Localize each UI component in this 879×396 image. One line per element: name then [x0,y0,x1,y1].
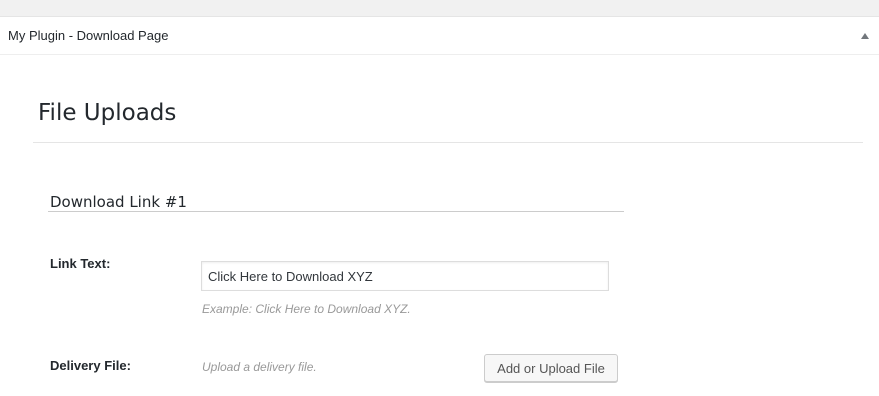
add-or-upload-file-button[interactable]: Add or Upload File [484,354,618,382]
section-divider [33,142,863,143]
section-title: File Uploads [38,100,177,126]
link-text-label: Link Text: [50,256,111,271]
link-text-input[interactable] [201,261,609,291]
subsection-title: Download Link #1 [50,193,187,211]
delivery-file-description: Upload a delivery file. [202,360,317,374]
top-strip [0,0,879,17]
delivery-file-label: Delivery File: [50,358,131,373]
postbox-title: My Plugin - Download Page [8,28,169,43]
postbox-header[interactable]: My Plugin - Download Page [0,17,879,55]
subsection-divider [48,211,624,212]
triangle-up-icon[interactable] [859,30,871,42]
link-text-description: Example: Click Here to Download XYZ. [202,302,411,316]
